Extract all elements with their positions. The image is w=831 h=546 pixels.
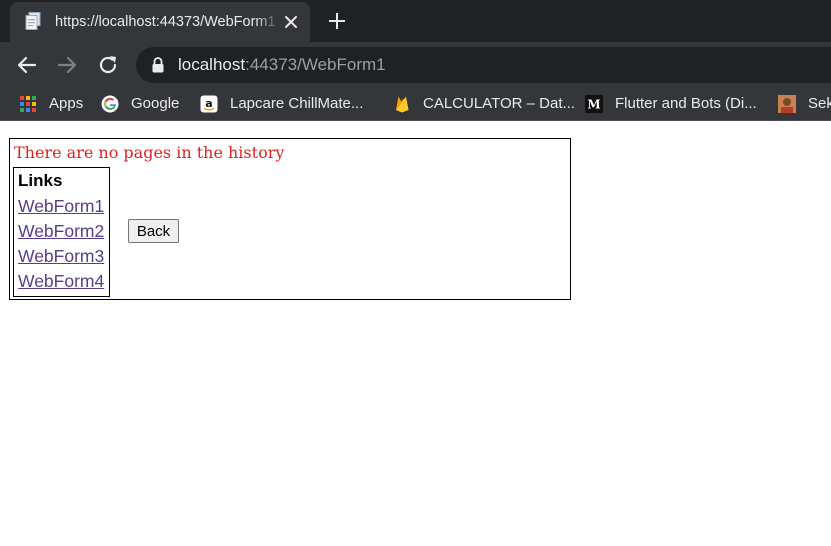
back-arrow-icon[interactable] [15,53,39,77]
back-button[interactable]: Back [128,219,179,243]
tab-title: https://localhost:44373/WebForm1 [55,14,275,30]
address-bar[interactable]: localhost:44373/WebForm1 [136,47,831,83]
bookmark-label: Sek [808,95,831,112]
bookmark-label: Apps [49,95,84,112]
link-webform3[interactable]: WebForm3 [18,246,104,266]
page-content: There are no pages in the history Links … [0,122,831,546]
avatar-icon [778,95,796,113]
bookmark-label: Lapcare ChillMate... [230,95,364,112]
bookmarks-bar: Apps Google a Lapcare ChillMate... CALCU… [0,88,831,121]
reload-icon[interactable] [96,53,120,77]
bookmark-label: CALCULATOR – Dat... [423,95,575,112]
links-header: Links [18,171,63,190]
links-box: Links WebForm1 WebForm2 WebForm3 WebForm… [13,167,110,297]
browser-tab[interactable]: https://localhost:44373/WebForm1 [10,2,310,42]
amazon-icon: a [200,95,218,113]
bookmark-label: Flutter and Bots (Di... [615,95,757,112]
url-path: :44373/WebForm1 [245,55,386,74]
close-icon[interactable] [282,13,300,31]
google-icon [101,95,119,113]
lock-icon[interactable] [151,57,165,73]
history-panel: There are no pages in the history Links … [9,138,571,300]
firebase-icon [393,95,411,113]
bookmark-label: Google [131,95,180,112]
new-tab-plus-icon[interactable] [326,10,348,32]
forward-arrow-icon[interactable] [55,53,79,77]
browser-toolbar: localhost:44373/WebForm1 [0,42,831,88]
apps-grid-icon [19,95,37,113]
tab-strip: https://localhost:44373/WebForm1 [0,0,831,42]
svg-text:a: a [205,97,212,110]
url-text: localhost:44373/WebForm1 [178,54,386,76]
svg-text:M: M [587,98,600,112]
history-message: There are no pages in the history [14,143,285,162]
medium-icon: M [585,95,603,113]
link-webform4[interactable]: WebForm4 [18,271,104,291]
url-host: localhost [178,55,246,74]
page-favicon-icon [25,12,41,30]
link-webform2[interactable]: WebForm2 [18,221,104,241]
link-webform1[interactable]: WebForm1 [18,196,104,216]
